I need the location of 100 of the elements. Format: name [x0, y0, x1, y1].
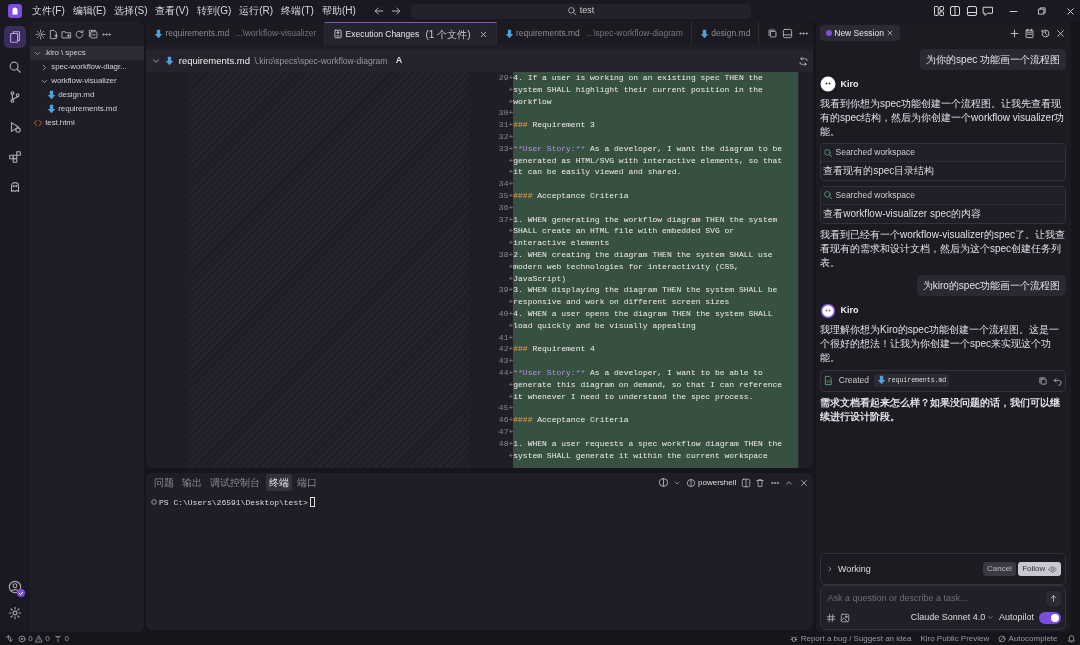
user-message: 为kiro的spec功能画一个流程图: [916, 274, 1066, 296]
plus-icon[interactable]: [1008, 27, 1020, 39]
close-icon[interactable]: [478, 29, 488, 39]
tree-item[interactable]: design.md: [30, 88, 144, 102]
close-icon[interactable]: [1064, 5, 1076, 17]
split-terminal-icon[interactable]: [657, 477, 669, 488]
editor-tab[interactable]: requirements.md ...\spec-workflow-diagram: [496, 22, 692, 45]
bell-icon[interactable]: [1066, 634, 1076, 643]
new-folder-icon[interactable]: [61, 28, 72, 40]
ports-status[interactable]: 0: [54, 632, 69, 645]
sidebar-icon[interactable]: [949, 5, 961, 17]
status-item[interactable]: Autocomplete: [998, 632, 1058, 645]
search-field[interactable]: test: [410, 3, 751, 19]
send-button[interactable]: [1045, 591, 1061, 606]
copy-icon[interactable]: [766, 28, 778, 39]
remote-icon[interactable]: [4, 634, 14, 643]
tree-item[interactable]: .kiro \ specs: [30, 46, 144, 60]
layout-icon[interactable]: [932, 5, 945, 17]
warning-icon: [34, 634, 43, 643]
diff-marker: +: [508, 356, 514, 366]
settings-icon[interactable]: [34, 28, 46, 40]
diff-header[interactable]: requirements.md \.kiro\specs\spec-workflow-diagram A: [146, 50, 814, 72]
restore-icon[interactable]: [1036, 6, 1047, 16]
collapse-icon[interactable]: [87, 28, 99, 40]
terminal-prompt: PS C:\Users\26591\Desktop\test>: [159, 496, 308, 509]
account-icon[interactable]: [8, 579, 22, 594]
forward-icon[interactable]: [389, 5, 402, 17]
close-icon[interactable]: [886, 29, 895, 37]
menu-item[interactable]: 查看(V): [151, 0, 193, 22]
panel-tab[interactable]: 输出: [179, 474, 205, 491]
code-line: system SHALL generate it within the current workspace: [513, 450, 768, 460]
close-icon[interactable]: [798, 477, 809, 488]
close-icon[interactable]: [1055, 27, 1066, 39]
menu-item[interactable]: 选择(S): [110, 0, 152, 22]
chevron-down-icon[interactable]: [150, 56, 161, 66]
status-item[interactable]: Kiro Public Preview: [920, 632, 990, 645]
model-selector[interactable]: Claude Sonnet 4.0: [910, 610, 995, 625]
session-tab[interactable]: New Session: [820, 24, 901, 42]
code-icon: [33, 118, 43, 128]
code-line: #### Acceptance Criteria: [513, 415, 629, 425]
split-icon[interactable]: [740, 477, 751, 488]
diff-marker: +: [508, 167, 514, 177]
tree-item[interactable]: workflow-visualizer: [30, 74, 144, 88]
menu-item[interactable]: 文件(F): [28, 0, 69, 22]
line-number: 35: [498, 190, 509, 200]
terminal-selector[interactable]: powershell: [685, 476, 737, 489]
panel-tab[interactable]: 问题: [150, 474, 177, 491]
panel-tab[interactable]: 端口: [293, 474, 320, 491]
arrow-up-icon: [1048, 594, 1058, 603]
tree-item[interactable]: spec-workflow-diagr...: [30, 60, 144, 74]
code-line: workflow: [513, 96, 552, 106]
editor-tab[interactable]: design.md: [691, 22, 760, 45]
autopilot-toggle[interactable]: [1038, 611, 1061, 624]
status-item[interactable]: Report a bug / Suggest an idea: [790, 632, 912, 645]
line-number: 42: [498, 344, 509, 354]
diff-marker: +: [508, 379, 514, 389]
cancel-button[interactable]: Cancel: [982, 562, 1016, 577]
history-icon[interactable]: [1039, 27, 1051, 39]
diff-marker: +: [508, 426, 514, 436]
chat-icon[interactable]: [982, 5, 994, 17]
diff-marker: +: [508, 391, 514, 401]
diff-marker: +: [508, 320, 514, 330]
diff-marker: +: [508, 249, 514, 259]
panel-icon[interactable]: [965, 5, 978, 17]
revert-icon[interactable]: [1052, 375, 1063, 386]
diff-marker: +: [508, 308, 514, 318]
image-icon[interactable]: [840, 612, 850, 623]
diff-marker: +: [508, 96, 514, 106]
notes-icon[interactable]: [1024, 27, 1035, 39]
new-file-icon[interactable]: [47, 28, 59, 40]
panel-tab[interactable]: 终端: [265, 474, 292, 491]
back-icon[interactable]: [373, 5, 386, 17]
problems-status[interactable]: 0 0: [18, 632, 50, 645]
bug-icon: [790, 634, 799, 643]
menu-item[interactable]: 终端(T): [277, 0, 318, 22]
settings-icon[interactable]: [8, 605, 22, 620]
compare-icon[interactable]: [1038, 375, 1049, 386]
arrow-down-icon: [699, 28, 709, 39]
trash-icon[interactable]: [755, 477, 766, 488]
menu-item[interactable]: 运行(R): [235, 0, 278, 22]
split-icon[interactable]: [782, 28, 794, 39]
chat-input[interactable]: Ask a question or describe a task... Claude Sonnet 4.0 Autopilot: [820, 585, 1066, 630]
open-file-icon[interactable]: [797, 55, 809, 67]
code-line: 2. WHEN creating the diagram THEN the system SHALL use: [513, 249, 773, 259]
hash-icon[interactable]: [825, 612, 836, 623]
status-circle-icon: [150, 499, 157, 506]
refresh-icon[interactable]: [74, 28, 86, 40]
chevron-down-icon: [987, 614, 995, 621]
tree-item[interactable]: test.html: [30, 116, 144, 130]
ghost-icon: [8, 180, 22, 194]
tree-item[interactable]: requirements.md: [30, 102, 144, 116]
menu-item[interactable]: 转到(G): [192, 0, 236, 22]
panel-tab[interactable]: 调试控制台: [207, 474, 264, 491]
follow-button[interactable]: Follow: [1018, 562, 1061, 577]
activity-item[interactable]: [4, 26, 26, 48]
menu-item[interactable]: 编辑(E): [68, 0, 111, 22]
code-line: generate this diagram on demand, so that I can reference: [513, 379, 783, 389]
editor-tab[interactable]: Execution Changes (1 个文件): [325, 22, 497, 45]
tool-detail: 查看现有的spec目录结构: [822, 164, 936, 179]
menu-item[interactable]: 帮助(H): [317, 0, 360, 22]
